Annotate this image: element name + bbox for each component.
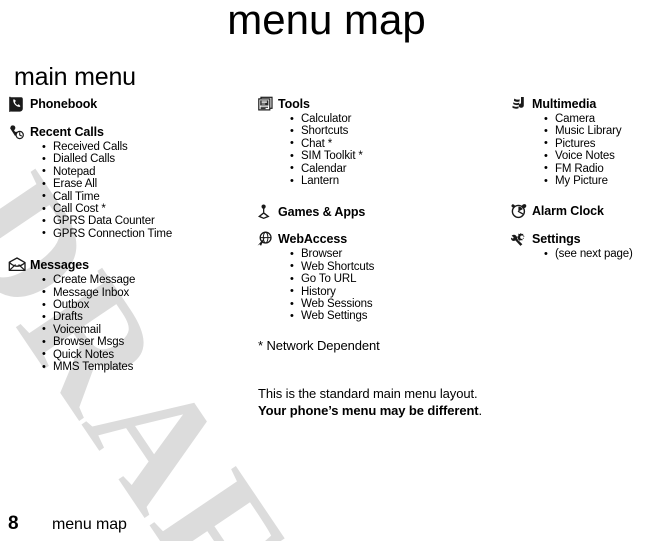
menu-sub-item: Web Sessions	[290, 298, 500, 311]
menu-group-label: Games & Apps	[278, 205, 366, 220]
network-dependent-footnote: * Network Dependent	[258, 338, 380, 353]
menu-group-header: Games & Apps	[256, 204, 500, 220]
menu-sub-item: Calculator	[290, 112, 500, 125]
menu-sub-item: Web Settings	[290, 310, 500, 323]
menu-group-alarm-clock: Alarm Clock	[510, 203, 653, 219]
menu-sub-item: Voicemail	[42, 323, 244, 336]
menu-sub-item: History	[290, 285, 500, 298]
menu-sub-item: SIM Toolkit *	[290, 150, 500, 163]
menu-sub-item: (see next page)	[544, 248, 653, 261]
layout-note: This is the standard main menu layout. Y…	[258, 385, 482, 419]
recent-calls-icon	[8, 124, 30, 141]
page-number: 8	[8, 513, 19, 534]
menu-sub-list: Browser Web Shortcuts Go To URL History …	[256, 248, 500, 323]
menu-group-header: Settings	[510, 231, 653, 247]
menu-sub-list: Camera Music Library Pictures Voice Note…	[510, 112, 653, 188]
menu-group-webaccess: WebAccess Browser Web Shortcuts Go To UR…	[256, 231, 500, 323]
menu-sub-item: Calendar	[290, 162, 500, 175]
menu-group-header: Phonebook	[8, 96, 244, 112]
menu-group-label: Multimedia	[532, 97, 597, 111]
menu-column-1: Phonebook Recent Calls Received Calls Di…	[8, 96, 244, 383]
phonebook-icon	[8, 96, 30, 113]
multimedia-icon	[510, 96, 532, 113]
menu-sub-item: Dialled Calls	[42, 153, 244, 166]
menu-sub-item: My Picture	[544, 175, 653, 188]
menu-sub-item: GPRS Connection Time	[42, 227, 244, 240]
web-access-icon	[256, 231, 278, 248]
menu-group-messages: Messages Create Message Message Inbox Ou…	[8, 257, 244, 373]
menu-sub-item: Erase All	[42, 178, 244, 191]
menu-group-label: Messages	[30, 258, 89, 273]
menu-sub-list: Received Calls Dialled Calls Notepad Era…	[8, 140, 244, 240]
menu-sub-item: Browser	[290, 248, 500, 261]
page-footer-label: menu map	[52, 516, 127, 533]
menu-group-header: Recent Calls	[8, 124, 244, 140]
settings-gear-wrench-icon	[510, 231, 532, 248]
page-title-text: menu map	[227, 0, 426, 43]
layout-note-emphasis: Your phone’s menu may be different	[258, 403, 479, 418]
menu-group-header: WebAccess	[256, 231, 500, 247]
menu-map-page: DRAFT menu map main menu Phonebook Recen…	[0, 0, 653, 541]
menu-group-multimedia: Multimedia Camera Music Library Pictures…	[510, 96, 653, 187]
menu-sub-item: Lantern	[290, 175, 500, 188]
menu-sub-item: Music Library	[544, 125, 653, 138]
menu-sub-item: Browser Msgs	[42, 336, 244, 349]
messages-envelope-icon	[8, 257, 30, 274]
games-joystick-icon	[256, 204, 278, 221]
menu-group-phonebook: Phonebook	[8, 96, 244, 112]
menu-sub-item: GPRS Data Counter	[42, 215, 244, 228]
menu-sub-item: Shortcuts	[290, 125, 500, 138]
menu-sub-list: Calculator Shortcuts Chat * SIM Toolkit …	[256, 112, 500, 188]
layout-note-period: .	[478, 403, 483, 418]
alarm-clock-icon	[510, 203, 532, 220]
tools-icon	[256, 96, 278, 113]
page-footer: 8 menu map	[8, 513, 127, 535]
menu-sub-item: Call Time	[42, 190, 244, 203]
menu-sub-item: Call Cost *	[42, 203, 244, 216]
menu-group-header: Multimedia	[510, 96, 653, 112]
menu-sub-list: (see next page)	[510, 248, 653, 261]
menu-group-settings: Settings (see next page)	[510, 231, 653, 261]
menu-sub-item: Go To URL	[290, 273, 500, 286]
menu-sub-item: Received Calls	[42, 140, 244, 153]
menu-group-games-apps: Games & Apps	[256, 204, 500, 220]
page-title: menu map	[0, 0, 653, 44]
menu-group-label: Recent Calls	[30, 125, 104, 139]
menu-sub-item: Create Message	[42, 274, 244, 287]
menu-group-label: Phonebook	[30, 97, 98, 111]
menu-sub-item: FM Radio	[544, 162, 653, 175]
menu-sub-list: Create Message Message Inbox Outbox Draf…	[8, 274, 244, 374]
menu-group-label: WebAccess	[278, 232, 348, 247]
menu-group-header: Alarm Clock	[510, 203, 653, 219]
menu-group-header: Messages	[8, 257, 244, 273]
menu-sub-item: Quick Notes	[42, 348, 244, 361]
menu-sub-item: Voice Notes	[544, 150, 653, 163]
menu-sub-item: Message Inbox	[42, 286, 244, 299]
menu-group-label: Tools	[278, 97, 310, 111]
menu-column-2: Tools Calculator Shortcuts Chat * SIM To…	[256, 96, 500, 332]
menu-group-recent-calls: Recent Calls Received Calls Dialled Call…	[8, 124, 244, 240]
menu-sub-item: Pictures	[544, 137, 653, 150]
menu-sub-item: Notepad	[42, 165, 244, 178]
menu-sub-item: MMS Templates	[42, 361, 244, 374]
menu-group-label: Alarm Clock	[532, 204, 604, 219]
menu-group-header: Tools	[256, 96, 500, 112]
menu-sub-item: Web Shortcuts	[290, 260, 500, 273]
menu-sub-item: Chat *	[290, 137, 500, 150]
layout-note-line-2: Your phone’s menu may be different.	[258, 402, 482, 419]
menu-group-label: Settings	[532, 232, 581, 247]
menu-group-tools: Tools Calculator Shortcuts Chat * SIM To…	[256, 96, 500, 187]
section-title: main menu	[14, 63, 136, 91]
layout-note-line-1: This is the standard main menu layout.	[258, 386, 478, 401]
menu-sub-item: Camera	[544, 112, 653, 125]
menu-sub-item: Outbox	[42, 299, 244, 312]
menu-sub-item: Drafts	[42, 311, 244, 324]
menu-column-3: Multimedia Camera Music Library Pictures…	[510, 96, 653, 270]
